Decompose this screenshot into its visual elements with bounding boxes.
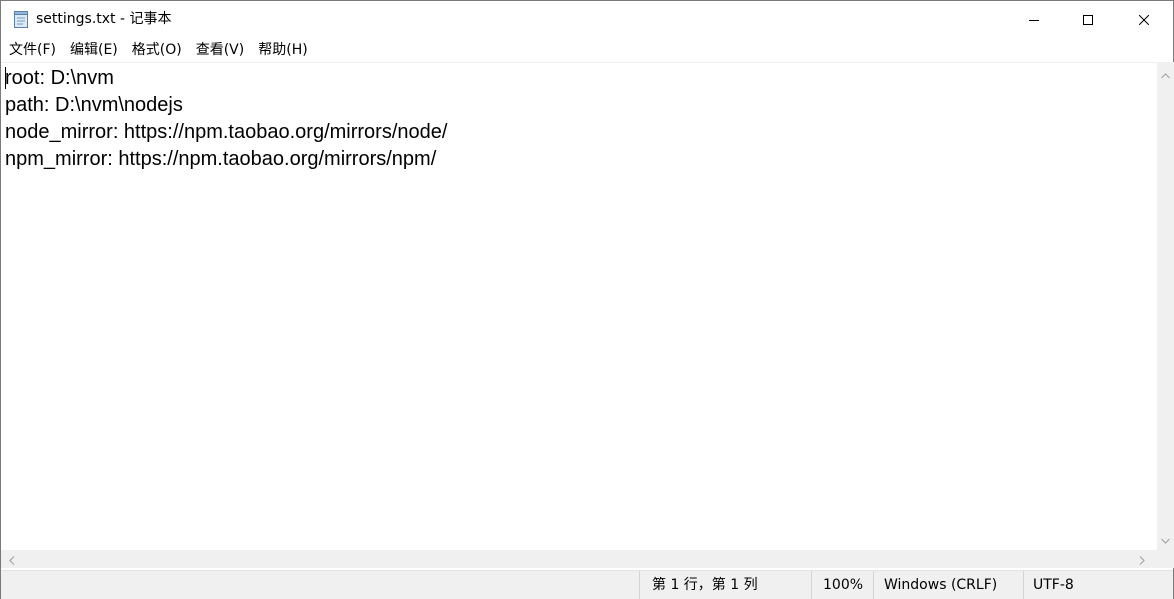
menu-format[interactable]: 格式(O) [125, 38, 189, 62]
menu-edit[interactable]: 编辑(E) [63, 38, 125, 62]
notepad-window: settings.txt - 记事本 文件(F) 编辑(E) 格式(O) 查看(… [0, 0, 1174, 599]
editor-content: root: D:\nvm path: D:\nvm\nodejs node_mi… [5, 65, 447, 173]
encoding: UTF-8 [1023, 571, 1173, 599]
scroll-down-icon [1161, 529, 1170, 548]
scroll-left-button[interactable] [3, 550, 20, 568]
scroll-left-icon [8, 550, 15, 569]
menu-help[interactable]: 帮助(H) [251, 38, 314, 62]
text-line: root: D:\nvm [5, 67, 114, 89]
maximize-button[interactable] [1065, 1, 1111, 37]
scrollbar-corner [1157, 550, 1174, 568]
text-editor[interactable]: root: D:\nvm path: D:\nvm\nodejs node_mi… [1, 62, 1157, 550]
menu-file[interactable]: 文件(F) [1, 38, 63, 62]
scroll-down-button[interactable] [1157, 530, 1174, 547]
close-icon [1138, 10, 1150, 29]
scroll-right-button[interactable] [1133, 550, 1150, 568]
line-ending: Windows (CRLF) [873, 571, 1023, 599]
vertical-scrollbar[interactable] [1157, 62, 1174, 550]
scroll-up-button[interactable] [1157, 65, 1174, 82]
scroll-right-icon [1139, 550, 1145, 569]
close-button[interactable] [1121, 1, 1167, 37]
minimize-button[interactable] [1011, 1, 1057, 37]
text-caret [5, 67, 6, 89]
horizontal-scrollbar[interactable] [1, 550, 1157, 568]
title-bar[interactable]: settings.txt - 记事本 [1, 1, 1173, 37]
maximize-icon [1083, 10, 1093, 29]
scroll-up-icon [1161, 64, 1170, 83]
text-line: node_mirror: https://npm.taobao.org/mirr… [5, 121, 448, 143]
status-bar: 第 1 行，第 1 列 100% Windows (CRLF) UTF-8 [1, 570, 1173, 599]
zoom-level: 100% [811, 571, 873, 599]
cursor-position: 第 1 行，第 1 列 [639, 571, 811, 599]
window-title: settings.txt - 记事本 [36, 11, 172, 27]
notepad-icon [12, 9, 30, 29]
text-line: path: D:\nvm\nodejs [5, 94, 183, 116]
minimize-icon [1029, 10, 1039, 29]
menu-bar: 文件(F) 编辑(E) 格式(O) 查看(V) 帮助(H) [1, 38, 1173, 62]
text-line: npm_mirror: https://npm.taobao.org/mirro… [5, 148, 437, 170]
menu-view[interactable]: 查看(V) [189, 38, 252, 62]
